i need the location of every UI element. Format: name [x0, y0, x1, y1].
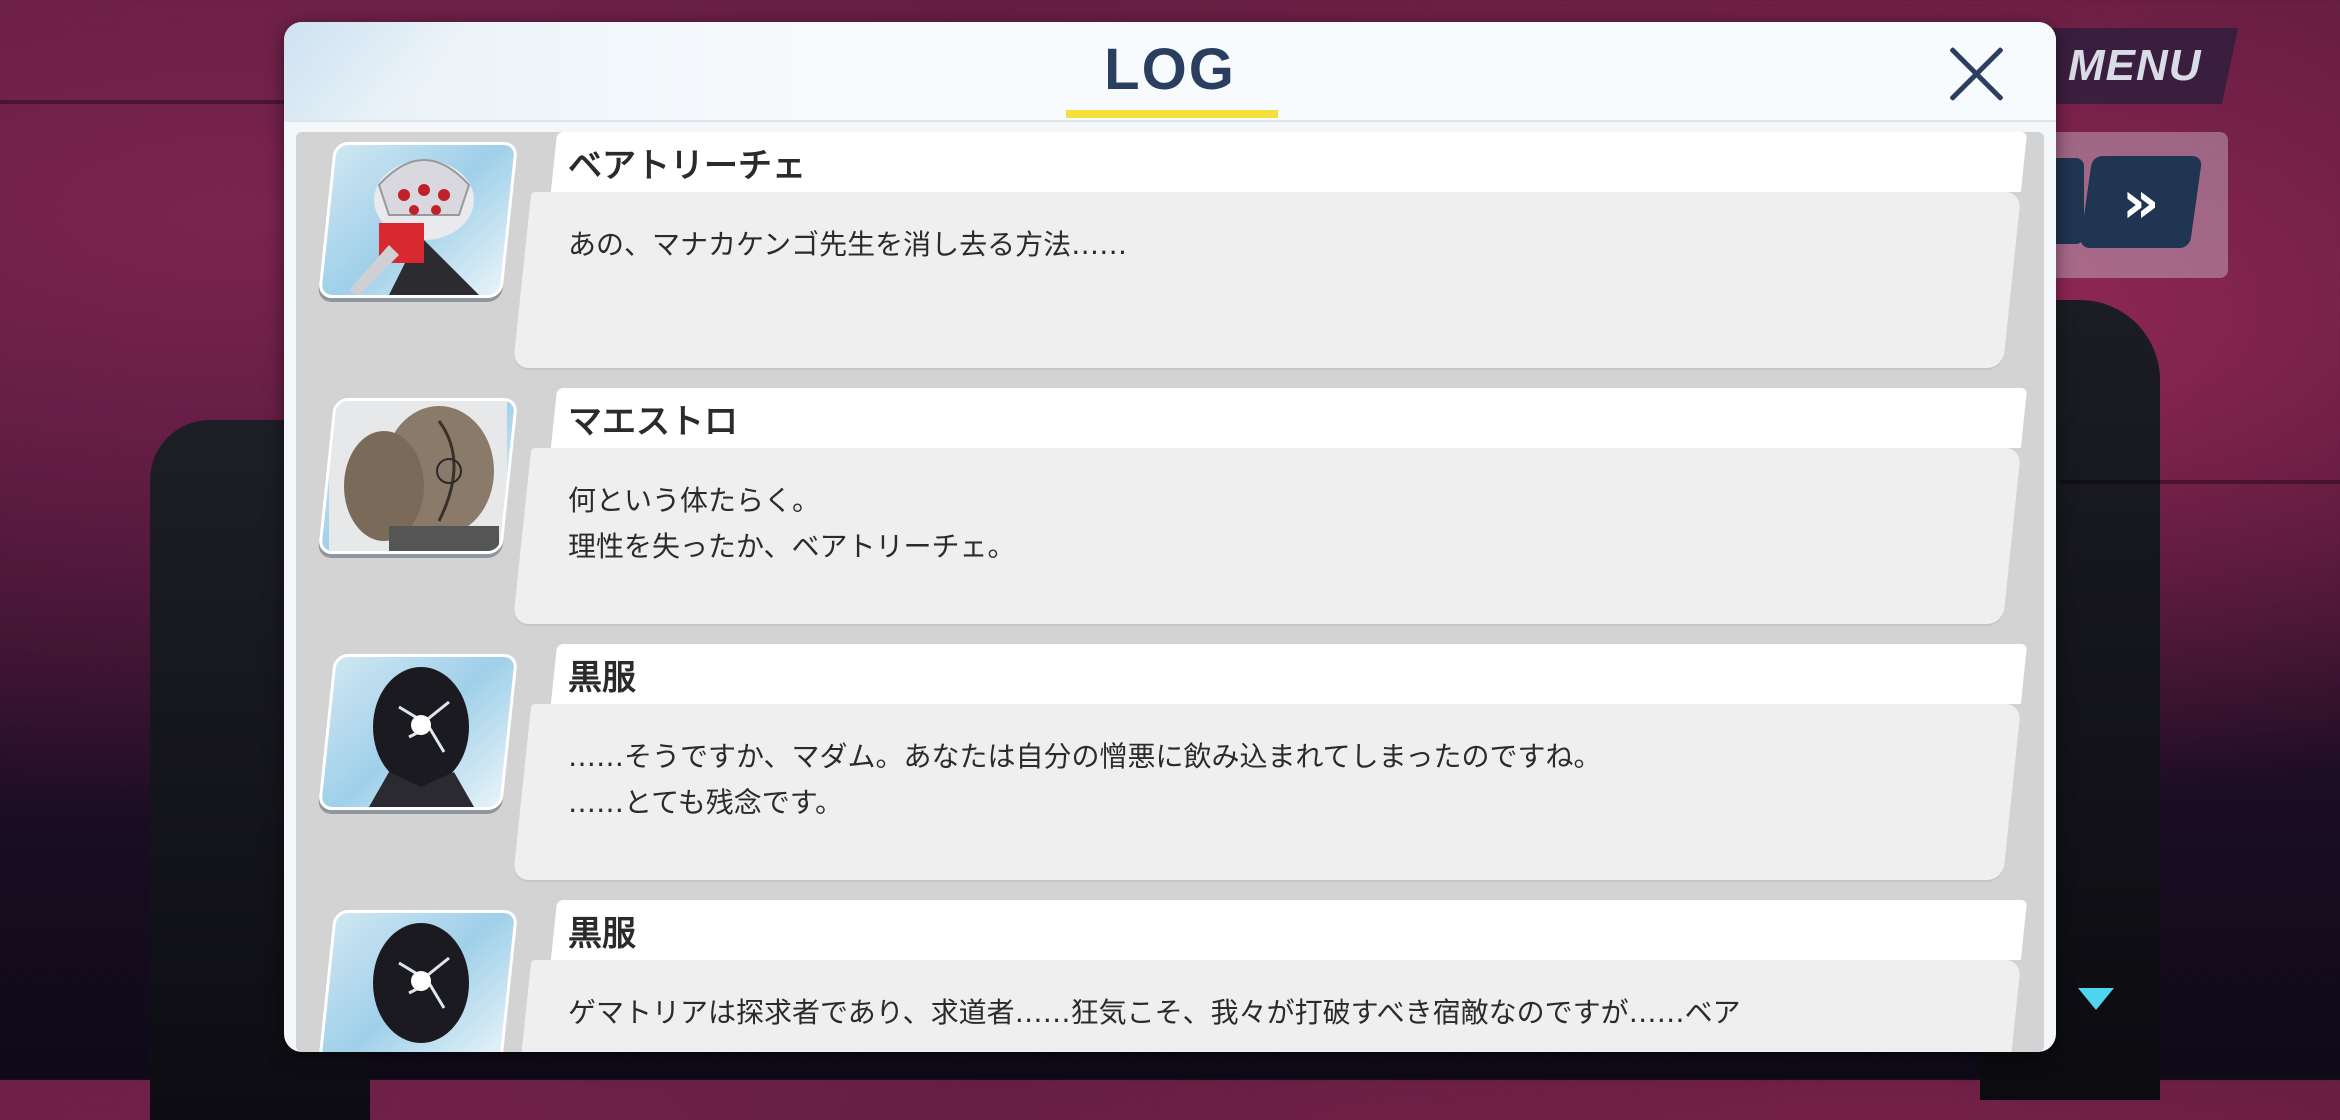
dialogue-text: あの、マナカケンゴ先生を消し去る方法……: [568, 228, 1128, 261]
log-header: LOG: [284, 22, 2056, 122]
background-wall-line: [0, 100, 290, 104]
name-plate: [550, 388, 2028, 448]
log-entry: 黒服 ゲマトリアは探求者であり、求道者……狂気こそ、我々が打破すべき宿敵なのです…: [296, 900, 2044, 1052]
scroll-down-arrow-icon: [2078, 988, 2114, 1010]
dialogue-box: [512, 192, 2022, 368]
speaker-name: 黒服: [568, 658, 636, 698]
close-icon[interactable]: [1944, 42, 2008, 106]
speaker-name: 黒服: [568, 914, 636, 954]
fast-forward-icon: »: [2122, 168, 2160, 236]
dialogue-text: ……そうですか、マダム。あなたは自分の憎悪に飲み込まれてしまったのですね。 ………: [568, 740, 1602, 819]
kurofuku-portrait: [317, 654, 519, 810]
menu-label: MENU: [2068, 41, 2202, 90]
menu-button[interactable]: MENU: [2031, 28, 2239, 104]
maestro-portrait: [317, 398, 519, 554]
log-window: LOG ベアトリーチェ あの、マナカケンゴ先生を消し去る方法…… マエストロ 何…: [284, 22, 2056, 1052]
background-wall-line: [2060, 480, 2340, 484]
dialogue-text: 何という体たらく。 理性を失ったか、ベアトリーチェ。: [568, 484, 1016, 563]
skip-button[interactable]: »: [2079, 156, 2203, 248]
title-underline: [1066, 110, 1278, 118]
name-plate: [550, 644, 2028, 704]
log-entry: ベアトリーチェ あの、マナカケンゴ先生を消し去る方法……: [296, 132, 2044, 372]
kurofuku-portrait: [317, 910, 519, 1052]
speaker-name: ベアトリーチェ: [568, 146, 806, 186]
log-entry: マエストロ 何という体たらく。 理性を失ったか、ベアトリーチェ。: [296, 388, 2044, 628]
speaker-name: マエストロ: [568, 402, 738, 442]
beatrice-portrait: [317, 142, 519, 298]
log-list[interactable]: ベアトリーチェ あの、マナカケンゴ先生を消し去る方法…… マエストロ 何という体…: [296, 132, 2044, 1052]
log-entry: 黒服 ……そうですか、マダム。あなたは自分の憎悪に飲み込まれてしまったのですね。…: [296, 644, 2044, 884]
log-title: LOG: [1104, 37, 1236, 102]
name-plate: [550, 900, 2028, 960]
dialogue-text: ゲマトリアは探求者であり、求道者……狂気こそ、我々が打破すべき宿敵なのですが………: [568, 996, 1741, 1029]
